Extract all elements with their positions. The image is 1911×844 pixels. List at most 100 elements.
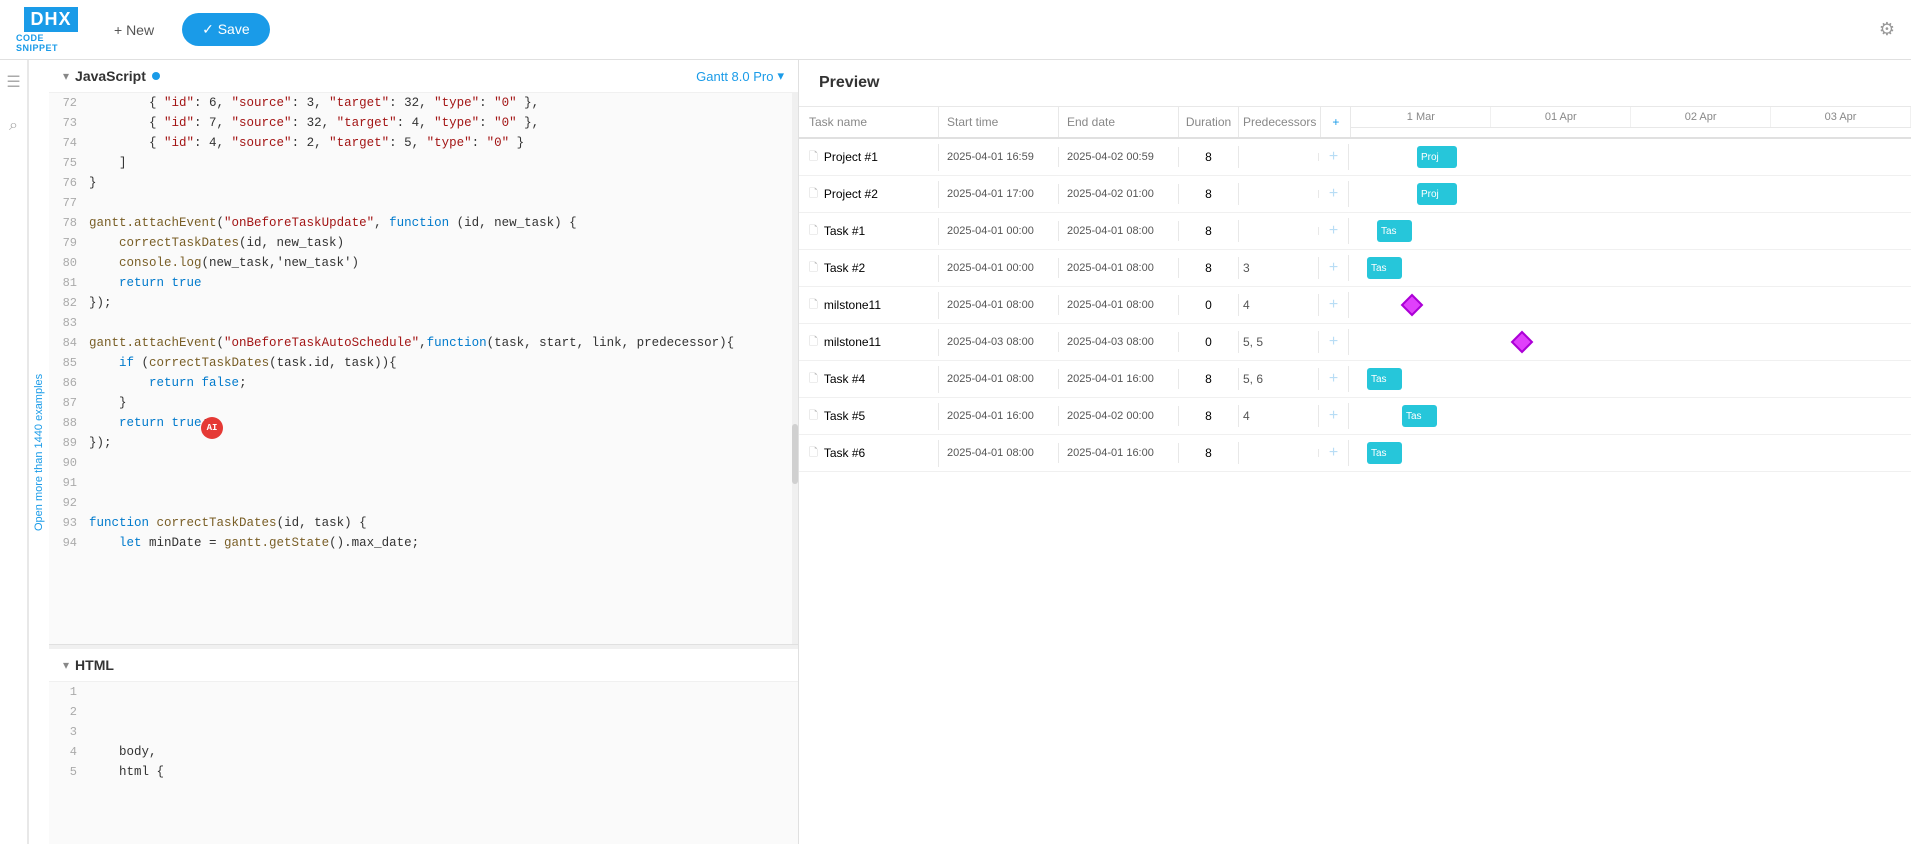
gantt-version-selector[interactable]: Gantt 8.0 Pro ▾ — [696, 68, 784, 84]
code-line: 77 — [49, 193, 798, 213]
search-icon[interactable]: ⌕ — [2, 114, 26, 138]
code-line: 79 correctTaskDates(id, new_task) — [49, 233, 798, 253]
js-lines-container: 72 { "id": 6, "source": 3, "target": 32,… — [49, 93, 798, 553]
code-line: 90 — [49, 453, 798, 473]
gantt-row: 🗋Task #12025-04-01 00:002025-04-01 08:00… — [799, 213, 1911, 250]
gantt-task-name: 🗋Task #6 — [799, 440, 939, 467]
settings-icon[interactable]: ⚙ — [1879, 19, 1895, 40]
html-code-section: ▾ HTML 123</span>4 body,5 html { — [49, 644, 798, 844]
gantt-add-button[interactable]: + — [1319, 218, 1349, 244]
scrollbar-thumb[interactable] — [792, 424, 798, 484]
hamburger-icon[interactable]: ☰ — [2, 70, 26, 94]
save-button[interactable]: ✓ Save — [182, 13, 270, 46]
gantt-pred — [1239, 153, 1319, 161]
gantt-bar[interactable]: Tas — [1377, 220, 1412, 242]
gantt-pred: 3 — [1239, 257, 1319, 279]
gantt-bar[interactable]: Tas — [1402, 405, 1437, 427]
gantt-task-name: 🗋Task #1 — [799, 218, 939, 245]
gantt-chart-cell: Tas — [1349, 398, 1911, 434]
gantt-add-button[interactable]: + — [1319, 255, 1349, 281]
topbar: DHX CODE SNIPPET + New ✓ Save ⚙ — [0, 0, 1911, 60]
gantt-row: 🗋Task #42025-04-01 08:002025-04-01 16:00… — [799, 361, 1911, 398]
gantt-end: 2025-04-01 08:00 — [1059, 295, 1179, 315]
gantt-task-name: 🗋Task #2 — [799, 255, 939, 282]
code-line: 94 let minDate = gantt.getState().max_da… — [49, 533, 798, 553]
chart-date-header: 1 Mar 01 Apr 02 Apr 03 Apr — [1351, 107, 1911, 128]
js-code-section: ▾ JavaScript Gantt 8.0 Pro ▾ 72 { "id": … — [49, 60, 798, 644]
gantt-bar[interactable]: Tas — [1367, 368, 1402, 390]
gantt-add-button[interactable]: + — [1319, 440, 1349, 466]
code-line: 76} — [49, 173, 798, 193]
gantt-add-button[interactable]: + — [1319, 329, 1349, 355]
gantt-start: 2025-04-01 08:00 — [939, 295, 1059, 315]
code-line: 93function correctTaskDates(id, task) { — [49, 513, 798, 533]
code-line: 88 return true; — [49, 413, 798, 433]
gantt-pred: 4 — [1239, 405, 1319, 427]
gantt-chart-cell: Tas — [1349, 213, 1911, 249]
task-file-icon: 🗋 — [809, 222, 818, 241]
code-line: 81 return true — [49, 273, 798, 293]
code-line: 75 ] — [49, 153, 798, 173]
html-collapse-arrow[interactable]: ▾ — [63, 658, 69, 672]
gantt-task-name: 🗋Task #4 — [799, 366, 939, 393]
ai-badge[interactable]: AI — [201, 417, 223, 439]
gantt-header: Task name Start time End date Duration P… — [799, 107, 1911, 139]
gantt-end: 2025-04-02 00:00 — [1059, 406, 1179, 426]
gantt-end: 2025-04-01 08:00 — [1059, 221, 1179, 241]
gantt-chart-cell: Proj — [1349, 139, 1911, 175]
code-line: 84gantt.attachEvent("onBeforeTaskAutoSch… — [49, 333, 798, 353]
code-line: 5 html { — [49, 762, 798, 782]
col-add[interactable]: + — [1321, 107, 1351, 137]
task-file-icon: 🗋 — [809, 185, 818, 204]
gantt-row: 🗋Project #22025-04-01 17:002025-04-02 01… — [799, 176, 1911, 213]
gantt-row: 🗋Project #12025-04-01 16:592025-04-02 00… — [799, 139, 1911, 176]
gantt-bar[interactable]: Tas — [1367, 257, 1402, 279]
gantt-start: 2025-04-01 16:59 — [939, 147, 1059, 167]
gantt-pred: 5, 5 — [1239, 331, 1319, 353]
gantt-bar[interactable]: Tas — [1367, 442, 1402, 464]
gantt-start: 2025-04-01 08:00 — [939, 443, 1059, 463]
gantt-end: 2025-04-03 08:00 — [1059, 332, 1179, 352]
preview-panel: Preview Task name Start time End date Du… — [799, 60, 1911, 844]
col-predecessors: Predecessors — [1239, 107, 1321, 137]
gantt-add-button[interactable]: + — [1319, 292, 1349, 318]
col-end-date: End date — [1059, 107, 1179, 137]
gantt-add-button[interactable]: + — [1319, 366, 1349, 392]
code-line: 85 if (correctTaskDates(task.id, task)){ — [49, 353, 798, 373]
code-line: 83 — [49, 313, 798, 333]
gantt-task-name: 🗋Project #1 — [799, 144, 939, 171]
col-start-time: Start time — [939, 107, 1059, 137]
gantt-bar[interactable]: Proj — [1417, 183, 1457, 205]
gantt-bar[interactable]: Proj — [1417, 146, 1457, 168]
gantt-add-button[interactable]: + — [1319, 144, 1349, 170]
gantt-end: 2025-04-01 08:00 — [1059, 258, 1179, 278]
gantt-task-name: 🗋milstone11 — [799, 292, 939, 319]
gantt-chart-cell: Tas — [1349, 250, 1911, 286]
gantt-chart-cell: Tas — [1349, 435, 1911, 471]
gantt-add-button[interactable]: + — [1319, 181, 1349, 207]
gantt-end: 2025-04-02 00:59 — [1059, 147, 1179, 167]
left-icon-bar: ☰ ⌕ — [0, 60, 28, 844]
gantt-task-name: 🗋milstone11 — [799, 329, 939, 356]
date-col-02apr: 02 Apr — [1631, 107, 1771, 127]
gantt-row: 🗋Task #62025-04-01 08:002025-04-01 16:00… — [799, 435, 1911, 472]
code-line: 73 { "id": 7, "source": 32, "target": 4,… — [49, 113, 798, 133]
col-task-name: Task name — [799, 107, 939, 137]
code-line: 2 — [49, 702, 798, 722]
gantt-add-button[interactable]: + — [1319, 403, 1349, 429]
gantt-version-label: Gantt 8.0 Pro — [696, 69, 773, 84]
html-code-area[interactable]: 123</span>4 body,5 html { — [49, 682, 798, 844]
js-code-area[interactable]: 72 { "id": 6, "source": 3, "target": 32,… — [49, 93, 798, 644]
code-line: 74 { "id": 4, "source": 2, "target": 5, … — [49, 133, 798, 153]
js-collapse-arrow[interactable]: ▾ — [63, 69, 69, 83]
side-panel-label[interactable]: Open more than 1440 examples — [28, 60, 49, 844]
code-line: 92 — [49, 493, 798, 513]
gantt-end: 2025-04-01 16:00 — [1059, 443, 1179, 463]
gantt-task-name: 🗋Task #5 — [799, 403, 939, 430]
code-line: 78gantt.attachEvent("onBeforeTaskUpdate"… — [49, 213, 798, 233]
gantt-duration: 8 — [1179, 146, 1239, 168]
code-line: 3</span> — [49, 722, 798, 742]
date-col-01apr: 01 Apr — [1491, 107, 1631, 127]
html-section-header: ▾ HTML — [49, 649, 798, 682]
new-button[interactable]: + New — [102, 16, 166, 44]
